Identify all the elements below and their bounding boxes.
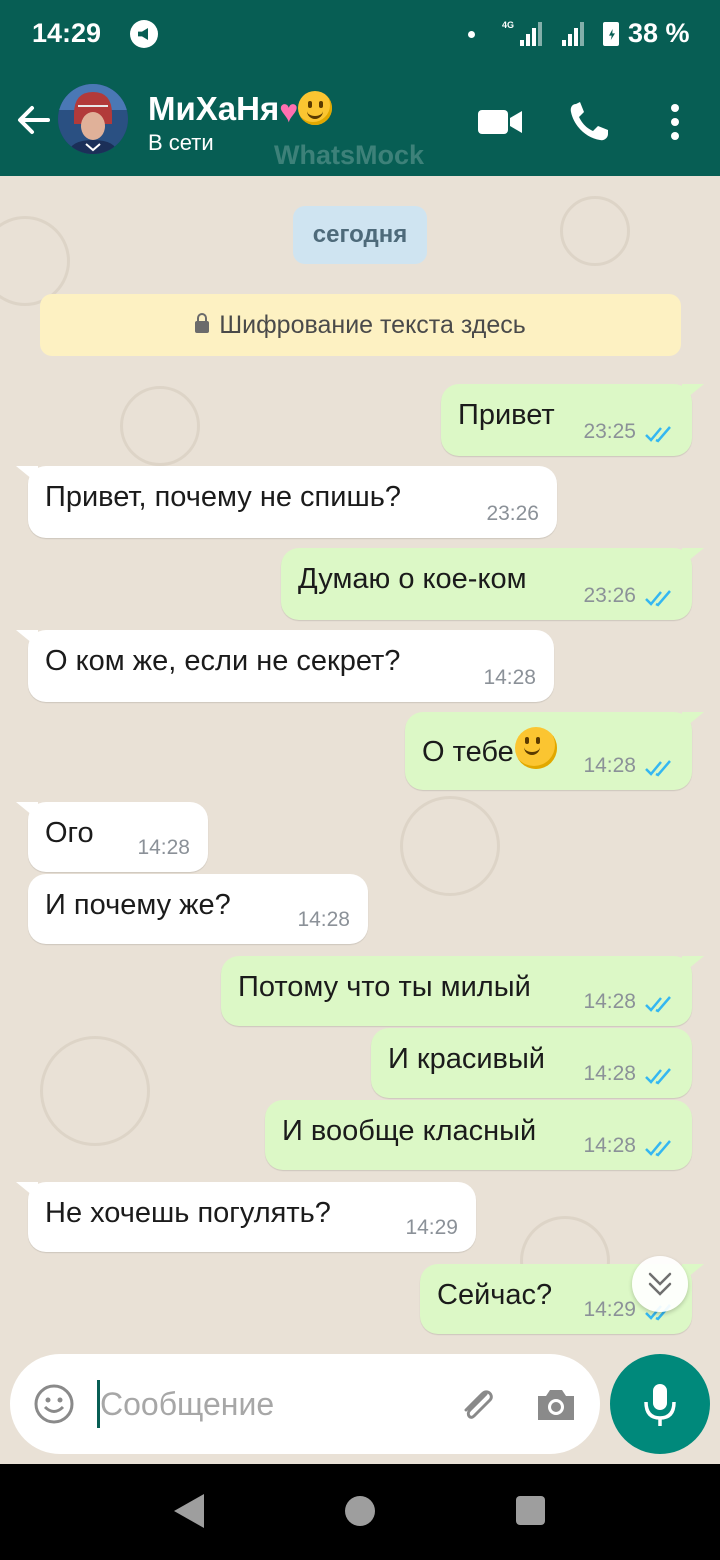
message-text: И почему же? — [45, 889, 231, 921]
nav-recent-apps-icon[interactable] — [516, 1496, 545, 1525]
contact-name[interactable]: МиХаНя♥ — [148, 90, 333, 130]
back-arrow-icon[interactable] — [12, 98, 56, 142]
avatar[interactable] — [58, 84, 128, 154]
read-ticks-icon — [645, 1068, 671, 1085]
contact-status: В сети — [148, 130, 214, 155]
message-text: Привет, почему не спишь? — [45, 481, 401, 513]
phone-icon[interactable] — [566, 100, 614, 144]
wallpaper-doodle — [0, 216, 70, 306]
status-bar: 14:29 4G 38 % — [0, 0, 720, 70]
wallpaper-doodle — [560, 196, 630, 266]
encryption-notice-text: Шифрование текста здесь — [219, 311, 526, 339]
date-chip: сегодня — [293, 206, 427, 264]
message-text: И вообще класный — [282, 1115, 537, 1147]
message-text: Потому что ты милый — [238, 971, 531, 1003]
message-time: 14:28 — [137, 836, 190, 859]
notification-app-icon — [130, 20, 158, 48]
video-call-icon[interactable] — [476, 100, 524, 144]
smile-emoji-icon — [298, 91, 333, 125]
message-out[interactable]: Привет 23:25 — [441, 384, 704, 456]
message-time: 14:28 — [583, 990, 636, 1013]
message-text: Сейчас? — [437, 1279, 553, 1311]
wallpaper-doodle — [120, 386, 200, 466]
message-time: 14:29 — [583, 1298, 636, 1321]
read-ticks-icon — [645, 760, 671, 777]
double-chevron-down-icon — [648, 1272, 672, 1296]
wallpaper-doodle — [40, 1036, 150, 1146]
chat-area[interactable]: сегодня Шифрование текста здесь Привет 2… — [0, 176, 720, 1464]
message-text-part: О тебе — [422, 736, 514, 768]
nav-home-icon[interactable] — [345, 1496, 375, 1526]
chat-header: МиХаНя♥ В сети WhatsMock — [0, 70, 720, 176]
message-time: 23:25 — [583, 420, 636, 443]
message-in[interactable]: Привет, почему не спишь? 23:26 — [16, 466, 557, 538]
battery-charging-icon — [603, 22, 619, 46]
read-ticks-icon — [645, 590, 671, 607]
more-vert-icon[interactable] — [660, 100, 690, 144]
emoji-icon[interactable] — [32, 1382, 76, 1426]
scroll-to-bottom-button[interactable] — [632, 1256, 688, 1312]
message-text: Привет — [458, 399, 555, 431]
contact-name-text: МиХаНя — [148, 90, 280, 127]
message-in[interactable]: Не хочешь погулять? 14:29 — [16, 1182, 476, 1252]
message-text: О ком же, если не секрет? — [45, 645, 401, 677]
smile-emoji-icon — [514, 727, 557, 769]
message-time: 14:28 — [297, 908, 350, 931]
wallpaper-doodle — [400, 796, 500, 896]
message-text: О тебе — [422, 727, 557, 769]
attach-icon[interactable] — [456, 1382, 500, 1426]
message-time: 14:29 — [405, 1216, 458, 1239]
message-time: 23:26 — [583, 584, 636, 607]
nav-back-icon[interactable] — [174, 1494, 204, 1528]
mic-button[interactable] — [610, 1354, 710, 1454]
message-out[interactable]: Думаю о кое-ком 23:26 — [281, 548, 704, 620]
message-time: 23:26 — [486, 502, 539, 525]
message-time: 14:28 — [583, 754, 636, 777]
message-text: Думаю о кое-ком — [298, 563, 527, 595]
signal-icon — [520, 20, 546, 46]
message-time: 14:28 — [583, 1062, 636, 1085]
message-time: 14:28 — [583, 1134, 636, 1157]
message-out[interactable]: И вообще класный 14:28 — [265, 1100, 692, 1170]
message-input-bar[interactable]: Сообщение — [10, 1354, 600, 1454]
message-out[interactable]: Потому что ты милый 14:28 — [221, 956, 704, 1026]
read-ticks-icon — [645, 1140, 671, 1157]
watermark: WhatsMock — [274, 140, 425, 170]
message-time: 14:28 — [483, 666, 536, 689]
encryption-notice[interactable]: Шифрование текста здесь — [40, 294, 681, 356]
message-text: И красивый — [388, 1043, 545, 1075]
message-out[interactable]: О тебе 14:28 — [405, 712, 704, 790]
message-text: Не хочешь погулять? — [45, 1197, 331, 1229]
network-type: 4G — [502, 20, 515, 30]
heart-emoji-icon: ♥ — [279, 93, 299, 129]
message-out[interactable]: И красивый 14:28 — [371, 1028, 692, 1098]
read-ticks-icon — [645, 426, 671, 443]
system-nav-bar — [0, 1464, 720, 1560]
lock-icon — [195, 313, 210, 333]
read-ticks-icon — [645, 996, 671, 1013]
message-in[interactable]: О ком же, если не секрет? 14:28 — [16, 630, 554, 702]
signal-icon-2 — [562, 20, 588, 46]
message-input[interactable]: Сообщение — [100, 1386, 274, 1423]
message-in[interactable]: Ого 14:28 — [16, 802, 208, 872]
message-in[interactable]: И почему же? 14:28 — [28, 874, 368, 944]
message-text: Ого — [45, 817, 94, 849]
mic-icon — [644, 1384, 676, 1426]
camera-icon[interactable] — [534, 1382, 578, 1426]
battery-percentage: 38 % — [628, 18, 690, 48]
notification-dot-icon — [468, 31, 475, 38]
status-time: 14:29 — [32, 18, 102, 48]
